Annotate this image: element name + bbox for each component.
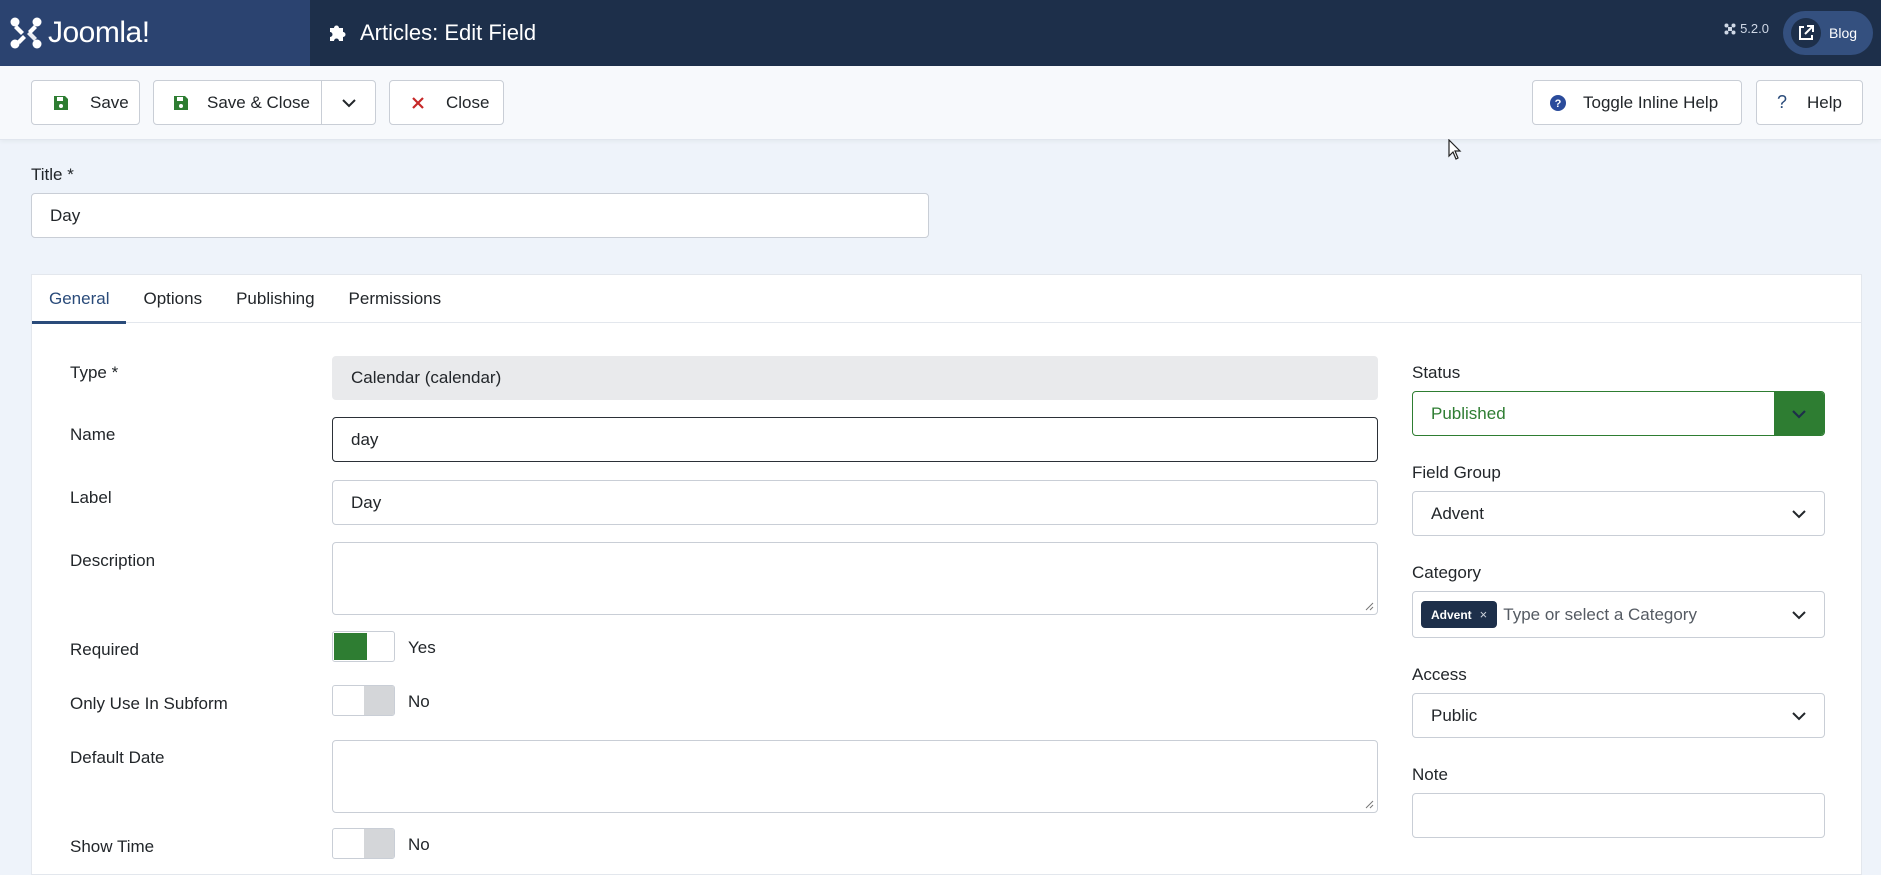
close-label: Close — [446, 92, 490, 112]
type-field: Calendar (calendar) — [332, 356, 1378, 400]
svg-text:?: ? — [1555, 98, 1562, 110]
field-group-select[interactable]: Advent — [1412, 491, 1825, 536]
field-group-label: Field Group — [1412, 463, 1501, 482]
version-info: 5.2.0 — [1724, 21, 1769, 36]
access-value: Public — [1431, 705, 1478, 725]
type-label: Type * — [70, 363, 119, 382]
category-label: Category — [1412, 563, 1481, 582]
required-label: Required — [70, 640, 139, 659]
name-input[interactable]: day — [332, 417, 1378, 462]
default-date-label: Default Date — [70, 748, 165, 767]
access-label: Access — [1412, 665, 1467, 684]
toggle-knob — [364, 686, 394, 715]
remove-tag-icon[interactable]: × — [1480, 607, 1488, 622]
note-label: Note — [1412, 765, 1448, 784]
category-placeholder[interactable]: Type or select a Category — [1503, 605, 1697, 625]
save-button[interactable]: Save — [31, 80, 140, 125]
tab-permissions[interactable]: Permissions — [332, 275, 459, 323]
joomla-small-icon — [1724, 23, 1736, 34]
resize-handle-icon[interactable] — [1364, 799, 1374, 809]
external-link-icon — [1791, 18, 1821, 48]
close-icon — [390, 96, 446, 110]
only-use-in-subform-toggle[interactable] — [332, 685, 395, 716]
toolbar: Save Save & Close Close ? Toggle Inline … — [0, 66, 1881, 140]
save-close-button[interactable]: Save & Close — [153, 80, 322, 125]
status-value: Published — [1431, 403, 1506, 423]
site-link-label: Blog — [1829, 25, 1858, 41]
category-tag: Advent × — [1421, 601, 1498, 628]
label-value: Day — [351, 492, 382, 512]
chevron-down-icon — [1774, 592, 1824, 637]
chevron-down-icon — [1774, 694, 1824, 737]
title-input[interactable]: Day — [31, 193, 929, 238]
show-time-toggle[interactable] — [332, 828, 395, 859]
label-input[interactable]: Day — [332, 480, 1378, 525]
title-value: Day — [50, 205, 81, 225]
toggle-inline-help-label: Toggle Inline Help — [1583, 92, 1719, 112]
help-button[interactable]: ? Help — [1756, 80, 1863, 125]
name-value: day — [351, 429, 379, 449]
save-close-label: Save & Close — [207, 92, 310, 112]
show-time-value: No — [408, 835, 430, 854]
question-circle-icon: ? — [1533, 94, 1583, 112]
toggle-inline-help-button[interactable]: ? Toggle Inline Help — [1532, 80, 1742, 125]
chevron-down-icon — [1774, 392, 1824, 435]
description-label: Description — [70, 551, 156, 570]
required-value: Yes — [408, 638, 436, 657]
question-icon: ? — [1776, 92, 1787, 112]
joomla-logo[interactable]: Joomla! — [0, 0, 310, 66]
chevron-down-icon — [341, 98, 356, 107]
tab-general[interactable]: General — [32, 275, 127, 324]
name-label: Name — [70, 425, 116, 444]
note-input[interactable] — [1412, 793, 1825, 838]
tab-bar: General Options Publishing Permissions — [32, 275, 1861, 324]
version-text: 5.2.0 — [1740, 21, 1769, 36]
default-date-textarea[interactable] — [332, 740, 1378, 813]
only-use-in-subform-label: Only Use In Subform — [70, 694, 228, 713]
joomla-logo-icon — [10, 17, 42, 49]
logo-text: Joomla! — [48, 16, 150, 49]
tab-options[interactable]: Options — [126, 275, 219, 323]
description-textarea[interactable] — [332, 542, 1378, 615]
save-label: Save — [90, 92, 129, 112]
page-title: Articles: Edit Field — [360, 20, 537, 45]
show-time-label: Show Time — [70, 837, 155, 856]
access-select[interactable]: Public — [1412, 693, 1825, 738]
toggle-knob — [364, 829, 394, 858]
resize-handle-icon[interactable] — [1364, 601, 1374, 611]
save-icon — [32, 95, 90, 111]
puzzle-piece-icon — [330, 25, 346, 41]
status-label: Status — [1412, 363, 1461, 382]
status-select[interactable]: Published — [1412, 391, 1825, 436]
label-label: Label — [70, 488, 112, 507]
only-use-in-subform-value: No — [408, 692, 430, 711]
mouse-cursor-icon — [1448, 139, 1462, 160]
tab-publishing[interactable]: Publishing — [219, 275, 331, 323]
save-options-dropdown-button[interactable] — [321, 80, 376, 125]
category-select[interactable]: Advent × Type or select a Category — [1412, 591, 1825, 638]
toggle-knob — [334, 633, 367, 660]
help-label: Help — [1807, 92, 1842, 112]
page-title-wrap: Articles: Edit Field — [326, 20, 536, 46]
app-header: Joomla! Articles: Edit Field 5.2.0 Blog — [0, 0, 1881, 66]
edit-card: General Options Publishing Permissions T… — [31, 274, 1862, 875]
type-value: Calendar (calendar) — [351, 368, 502, 387]
site-link-button[interactable]: Blog — [1783, 11, 1873, 55]
chevron-down-icon — [1774, 492, 1824, 535]
title-label: Title * — [31, 165, 74, 184]
field-group-value: Advent — [1431, 503, 1484, 523]
required-toggle[interactable] — [332, 631, 395, 662]
save-icon — [154, 95, 207, 111]
close-button[interactable]: Close — [389, 80, 504, 125]
category-tag-label: Advent — [1431, 607, 1472, 622]
